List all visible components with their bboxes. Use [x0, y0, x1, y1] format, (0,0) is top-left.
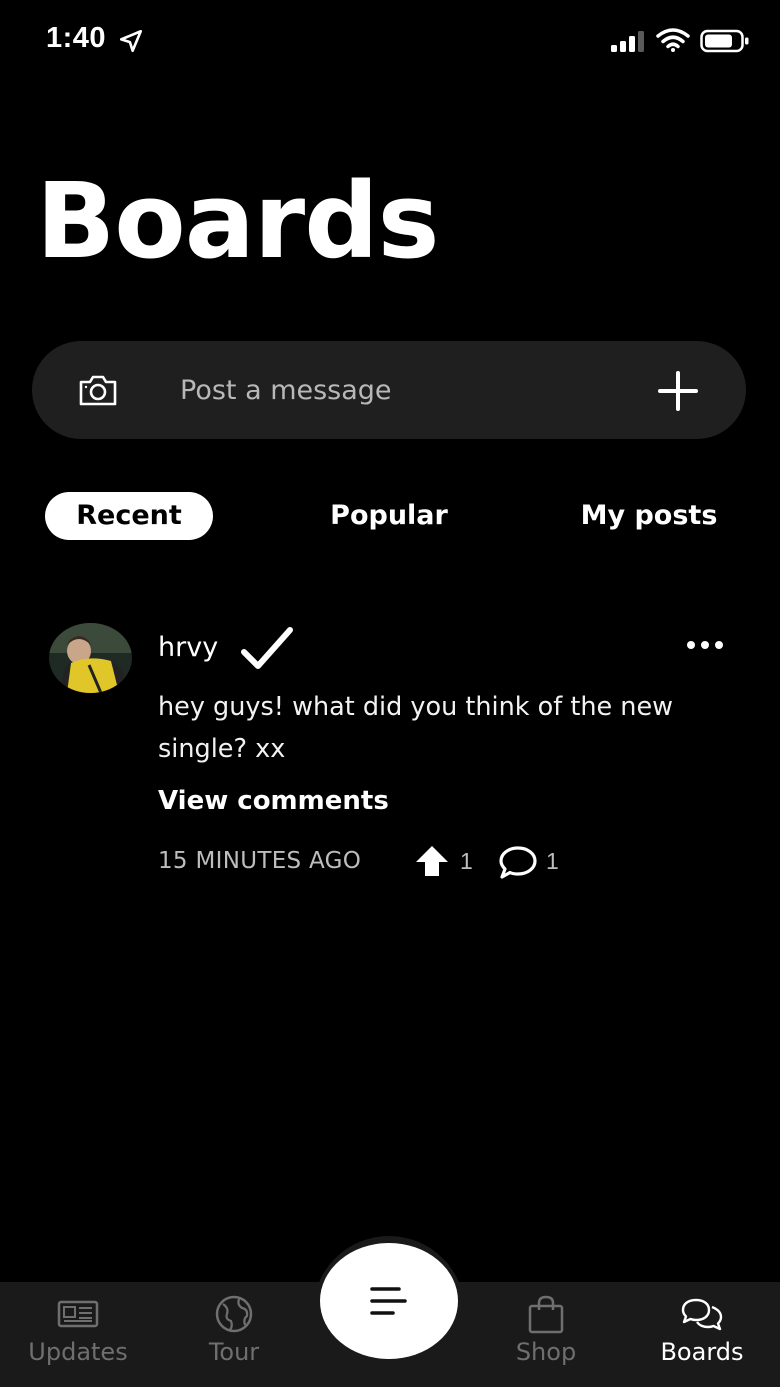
upvote-count: 1 — [460, 848, 473, 874]
post-meta: 15 MINUTES AGO 1 1 — [158, 844, 658, 884]
add-post-icon[interactable] — [658, 371, 698, 411]
comment-count: 1 — [546, 848, 559, 874]
view-comments-link[interactable]: View comments — [158, 786, 389, 816]
shopping-bag-icon — [528, 1295, 564, 1334]
board-filter-tabs: Recent Popular My posts — [0, 490, 780, 542]
avatar[interactable] — [49, 623, 132, 693]
location-arrow-icon — [119, 29, 143, 53]
status-time: 1:40 — [46, 22, 107, 54]
post-composer[interactable] — [32, 341, 746, 439]
battery-icon — [700, 29, 749, 53]
more-options-icon[interactable] — [686, 638, 724, 652]
post-body: hey guys! what did you think of the new … — [158, 692, 673, 764]
post-message-input[interactable] — [180, 367, 620, 413]
tab-my-posts[interactable]: My posts — [568, 492, 730, 540]
nav-shop[interactable]: Shop — [468, 1282, 624, 1387]
wifi-icon — [656, 28, 690, 52]
post-timestamp: 15 MINUTES AGO — [158, 848, 362, 874]
nav-boards[interactable]: Boards — [624, 1282, 780, 1387]
cellular-signal-icon — [611, 31, 644, 52]
verified-check-icon — [241, 627, 293, 669]
camera-icon[interactable] — [78, 373, 118, 407]
nav-label: Boards — [660, 1338, 744, 1366]
newspaper-icon — [57, 1300, 99, 1328]
globe-icon — [215, 1295, 253, 1333]
nav-updates[interactable]: Updates — [0, 1282, 156, 1387]
tab-popular[interactable]: Popular — [310, 492, 468, 540]
nav-tour[interactable]: Tour — [156, 1282, 312, 1387]
status-bar: 1:40 — [0, 0, 780, 84]
nav-label: Tour — [208, 1338, 260, 1366]
comment-bubble-icon[interactable] — [498, 844, 538, 880]
post-item: hrvy hey guys! what did you think of the… — [0, 620, 780, 890]
page-title: Boards — [36, 160, 440, 282]
nav-label: Shop — [515, 1338, 577, 1366]
chat-bubbles-icon — [681, 1298, 723, 1331]
menu-icon — [370, 1287, 407, 1315]
menu-button[interactable] — [320, 1243, 458, 1359]
post-author[interactable]: hrvy — [158, 632, 218, 663]
nav-label: Updates — [28, 1338, 128, 1366]
upvote-arrow-icon[interactable] — [414, 844, 450, 878]
tab-recent[interactable]: Recent — [45, 492, 213, 540]
